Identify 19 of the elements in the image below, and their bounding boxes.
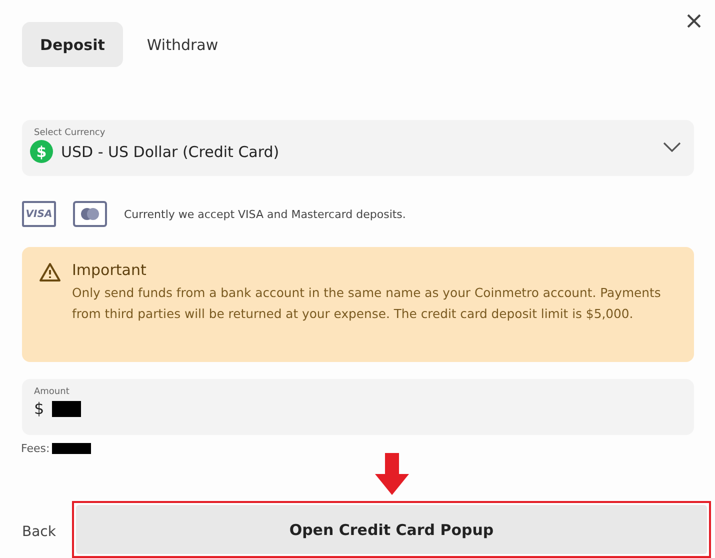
open-popup-button[interactable]: Open Credit Card Popup (76, 505, 707, 554)
notice-text: Only send funds from a bank account in the same name as your Coinmetro account. Payments from third parties will be returned at your expense. The credit card deposit limit is $5,000. (72, 284, 662, 323)
accepted-cards-note: Currently we accept VISA and Mastercard deposits. (124, 208, 406, 220)
warning-icon (39, 262, 61, 282)
down-arrow-icon (374, 453, 408, 495)
fees-label: Fees: (21, 442, 50, 455)
amount-field[interactable]: Amount $ (22, 379, 694, 435)
visa-card-icon: VISA (22, 201, 56, 227)
notice-title: Important (72, 261, 148, 279)
redaction-mark (52, 443, 91, 454)
tab[interactable]: Withdraw (128, 22, 236, 67)
tab[interactable]: Deposit (22, 22, 123, 67)
dollar-coin-icon: $ (30, 140, 53, 163)
currency-select[interactable]: Select Currency $ USD - US Dollar (Credit Card) (22, 120, 694, 176)
redaction-mark (52, 400, 82, 416)
back-button[interactable]: Back (22, 524, 72, 540)
close-icon[interactable] (686, 13, 702, 29)
mastercard-icon (73, 201, 107, 227)
chevron-down-icon (663, 142, 681, 152)
